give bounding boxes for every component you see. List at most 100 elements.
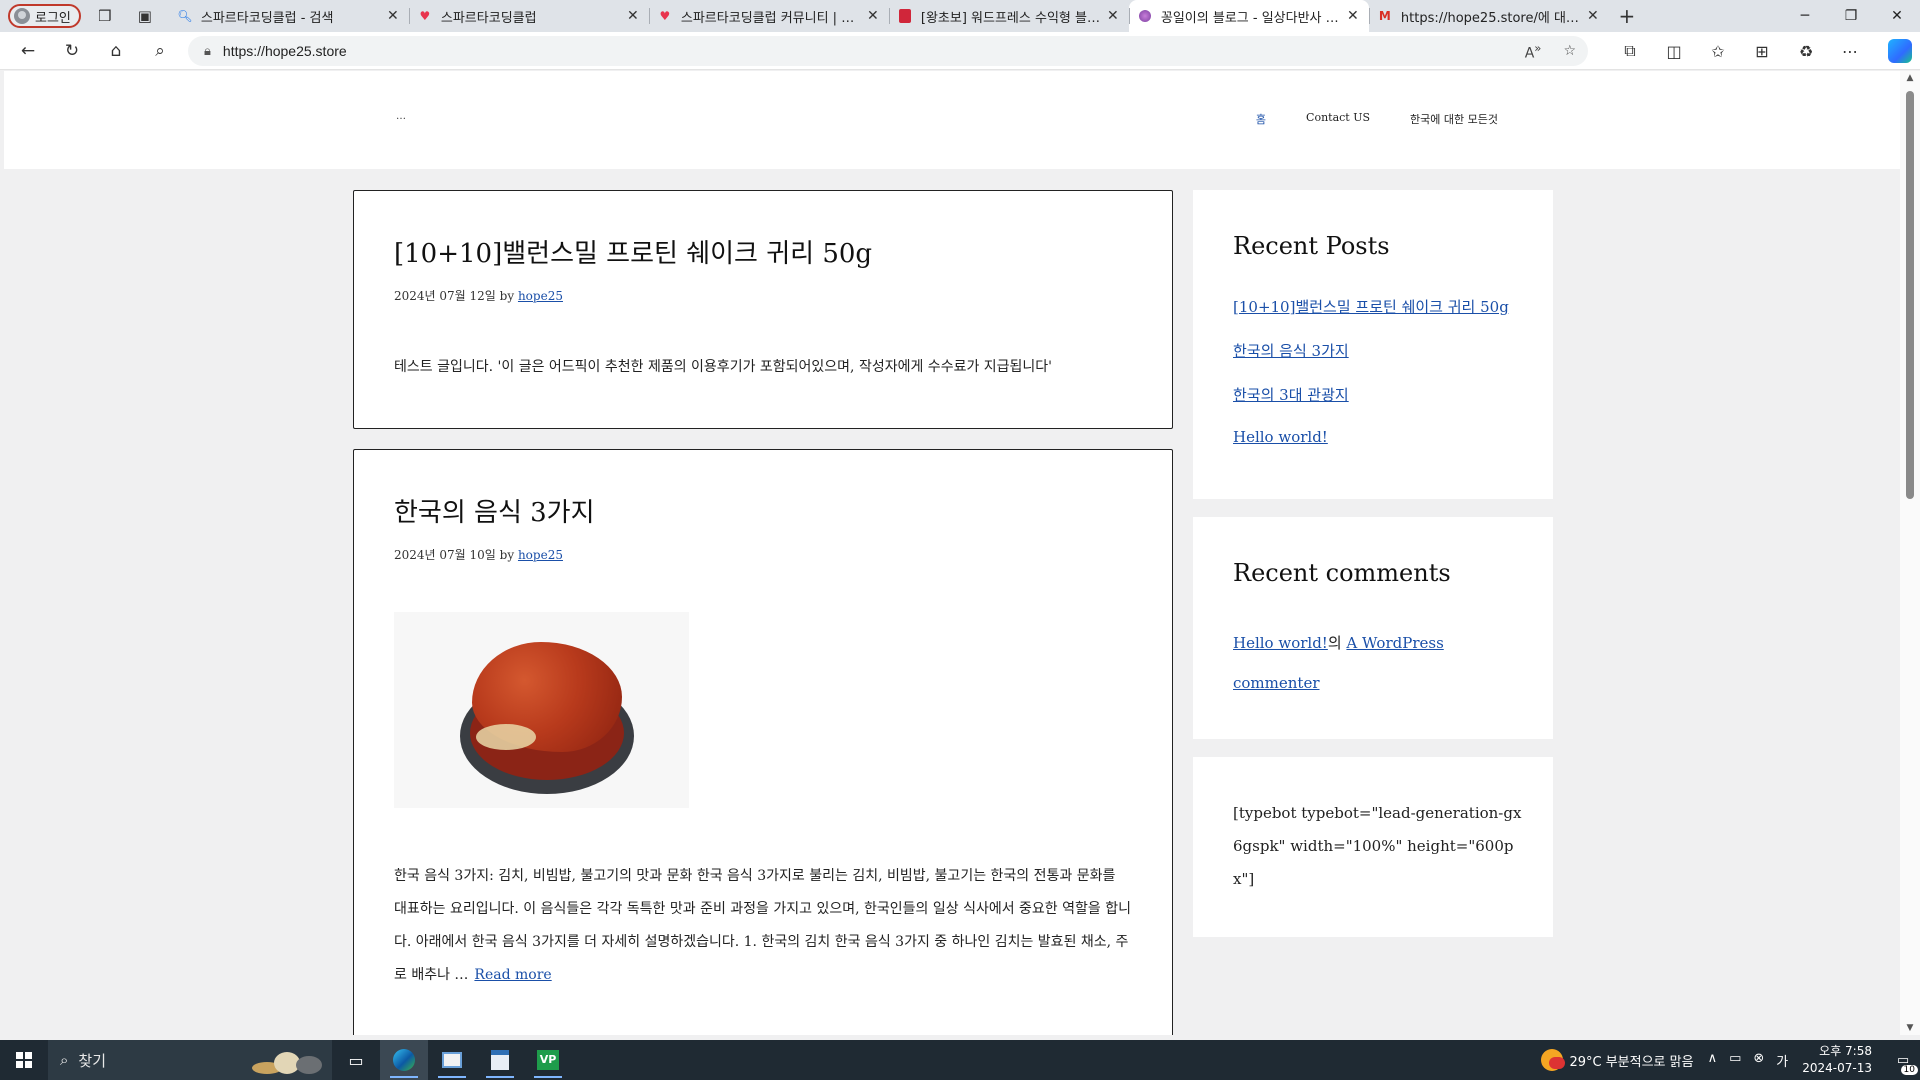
profile-button[interactable]: 로그인 bbox=[8, 4, 81, 28]
vp-app-icon[interactable]: VP bbox=[524, 1040, 572, 1080]
copilot-icon[interactable] bbox=[1888, 39, 1912, 63]
restore-button[interactable]: ❐ bbox=[1828, 0, 1874, 32]
image-viewer-app-icon[interactable] bbox=[428, 1040, 476, 1080]
list-item: Hello world! bbox=[1233, 428, 1509, 472]
ime-icon[interactable]: 가 bbox=[1776, 1051, 1788, 1070]
start-button[interactable] bbox=[0, 1040, 48, 1080]
close-icon[interactable]: ✕ bbox=[865, 8, 881, 24]
tab-title: https://hope25.store/에 대한 Google bbox=[1400, 10, 1585, 26]
edge-app-icon[interactable] bbox=[380, 1040, 428, 1080]
collections-icon[interactable]: ⊞ bbox=[1740, 42, 1784, 61]
workspaces-icon[interactable]: ❒ bbox=[89, 2, 121, 30]
post-author-link[interactable]: hope25 bbox=[518, 289, 563, 303]
clock-time: 오후 7:58 bbox=[1819, 1044, 1872, 1058]
post-card: 한국의 음식 3가지 2024년 07월 10일 by hope25 한국 음식… bbox=[353, 449, 1173, 1035]
list-item: 한국의 음식 3가지 bbox=[1233, 340, 1509, 384]
nav-korea[interactable]: 한국에 대한 모든것 bbox=[1410, 111, 1498, 127]
recent-post-link[interactable]: Hello world! bbox=[1233, 428, 1328, 446]
recent-comment-item: Hello world!의 A WordPress commenter bbox=[1233, 623, 1513, 703]
tab-google[interactable]: M https://hope25.store/에 대한 Google ✕ bbox=[1368, 0, 1609, 32]
tab-title: 꽁일이의 블로그 - 일상다반사 블로그 bbox=[1160, 10, 1345, 26]
post-date: 2024년 07월 10일 bbox=[394, 548, 496, 562]
chevron-up-icon[interactable]: ∧ bbox=[1708, 1051, 1718, 1070]
post-author-link[interactable]: hope25 bbox=[518, 548, 563, 562]
weather-text: 29°C 부분적으로 맑음 bbox=[1569, 1054, 1694, 1070]
minimize-button[interactable]: ─ bbox=[1782, 0, 1828, 32]
close-window-button[interactable]: ✕ bbox=[1874, 0, 1920, 32]
url-text[interactable]: https://hope25.store bbox=[223, 43, 347, 59]
recent-posts-widget: Recent Posts [10+10]밸런스밀 프로틴 쉐이크 귀리 50g … bbox=[1193, 190, 1553, 499]
performance-icon[interactable]: ♻ bbox=[1784, 42, 1828, 61]
search-icon: ⌕ bbox=[60, 1051, 69, 1069]
windows-taskbar: ⌕ 찾기 ▭ VP 29°C 부분적으로 맑음 ∧ ▭ ⊗ 가 오후 7:58 bbox=[0, 1040, 1920, 1080]
refresh-button[interactable]: ↻ bbox=[50, 35, 94, 67]
home-button[interactable]: ⌂ bbox=[94, 35, 138, 67]
close-icon[interactable]: ✕ bbox=[1345, 8, 1361, 24]
browser-tab-bar: 로그인 ❒ ▣ 🔍︎ 스파르타코딩클럽 - 검색 ✕ ♥ 스파르타코딩클럽 ✕ … bbox=[0, 0, 1920, 32]
post-by: by bbox=[499, 289, 515, 303]
post-meta: 2024년 07월 10일 by hope25 bbox=[394, 546, 563, 563]
taskbar-clock[interactable]: 오후 7:58 2024-07-13 bbox=[1802, 1043, 1872, 1077]
scroll-up-icon[interactable]: ▲ bbox=[1900, 73, 1920, 83]
close-icon[interactable]: ✕ bbox=[1585, 8, 1601, 24]
book-icon bbox=[897, 8, 913, 24]
read-more-link[interactable]: Read more bbox=[474, 967, 551, 983]
extensions-icon[interactable]: ⧉ bbox=[1608, 41, 1652, 61]
nav-home[interactable]: 홈 bbox=[1256, 111, 1266, 127]
favorite-star-icon[interactable]: ☆ bbox=[1563, 43, 1576, 59]
recent-post-link[interactable]: 한국의 3대 관광지 bbox=[1233, 386, 1349, 404]
tray-icons: ∧ ▭ ⊗ 가 bbox=[1708, 1051, 1789, 1070]
list-item: [10+10]밸런스밀 프로틴 쉐이크 귀리 50g bbox=[1233, 296, 1509, 340]
recent-comments-widget: Recent comments Hello world!의 A WordPres… bbox=[1193, 517, 1553, 739]
tab-wordpress-course[interactable]: [왕초보] 워드프레스 수익형 블로그 ✕ bbox=[888, 0, 1129, 32]
notification-center-button[interactable]: ▭ 10 bbox=[1886, 1040, 1920, 1080]
split-screen-icon[interactable]: ◫ bbox=[1652, 42, 1696, 61]
favorites-icon[interactable]: ✩ bbox=[1696, 42, 1740, 61]
close-icon[interactable]: ✕ bbox=[625, 8, 641, 24]
tab-sparta-community[interactable]: ♥ 스파르타코딩클럽 커뮤니티 | 스파 ✕ bbox=[648, 0, 889, 32]
tab-actions-icon[interactable]: ▣ bbox=[129, 2, 161, 30]
search-icon: 🔍︎ bbox=[177, 9, 193, 23]
nav-contact[interactable]: Contact US bbox=[1306, 111, 1370, 127]
tab-blog-active[interactable]: 꽁일이의 블로그 - 일상다반사 블로그 ✕ bbox=[1128, 0, 1369, 32]
new-tab-button[interactable]: + bbox=[1609, 0, 1645, 32]
lock-icon[interactable]: 🔒︎ bbox=[204, 44, 211, 59]
post-date: 2024년 07월 12일 bbox=[394, 289, 496, 303]
recent-post-link[interactable]: 한국의 음식 3가지 bbox=[1233, 342, 1349, 360]
tab-sparta[interactable]: ♥ 스파르타코딩클럽 ✕ bbox=[408, 0, 649, 32]
window-controls: ─ ❐ ✕ bbox=[1782, 0, 1920, 32]
tab-title: 스파르타코딩클럽 - 검색 bbox=[200, 10, 334, 26]
address-bar[interactable]: 🔒︎ https://hope25.store A» ☆ bbox=[188, 36, 1588, 66]
site-title[interactable]: … bbox=[396, 111, 406, 122]
close-icon[interactable]: ✕ bbox=[1105, 8, 1121, 24]
weather-icon bbox=[1541, 1049, 1566, 1071]
search-icon[interactable]: ⌕ bbox=[138, 35, 182, 67]
taskbar-search[interactable]: ⌕ 찾기 bbox=[48, 1040, 332, 1080]
scroll-down-icon[interactable]: ▼ bbox=[1900, 1023, 1920, 1033]
read-aloud-icon[interactable]: A» bbox=[1525, 41, 1542, 62]
network-icon[interactable]: ▭ bbox=[1729, 1051, 1741, 1070]
task-view-icon[interactable]: ▭ bbox=[332, 1040, 380, 1080]
post-excerpt-text: 한국 음식 3가지: 김치, 비빔밥, 불고기의 맛과 문화 한국 음식 3가지… bbox=[394, 868, 1131, 983]
shortcode-widget: [typebot typebot="lead-generation-gx6gsp… bbox=[1193, 757, 1553, 937]
post-title[interactable]: 한국의 음식 3가지 bbox=[394, 492, 595, 529]
back-button[interactable]: ← bbox=[6, 35, 50, 67]
tab-strip: 🔍︎ 스파르타코딩클럽 - 검색 ✕ ♥ 스파르타코딩클럽 ✕ ♥ 스파르타코딩… bbox=[169, 0, 1609, 32]
windows-logo-icon bbox=[16, 1052, 32, 1068]
tab-title: 스파르타코딩클럽 bbox=[440, 10, 537, 26]
volume-muted-icon[interactable]: ⊗ bbox=[1753, 1051, 1764, 1070]
post-by: by bbox=[499, 548, 515, 562]
site-header: … 홈 Contact US 한국에 대한 모든것 bbox=[4, 71, 1900, 169]
recent-post-link[interactable]: [10+10]밸런스밀 프로틴 쉐이크 귀리 50g bbox=[1233, 298, 1509, 316]
comment-post-link[interactable]: Hello world! bbox=[1233, 634, 1328, 652]
file-app-icon[interactable] bbox=[476, 1040, 524, 1080]
post-meta: 2024년 07월 12일 by hope25 bbox=[394, 287, 563, 304]
close-icon[interactable]: ✕ bbox=[385, 8, 401, 24]
page-scrollbar[interactable]: ▲ ▼ bbox=[1900, 71, 1920, 1035]
weather-widget[interactable]: 29°C 부분적으로 맑음 bbox=[1541, 1049, 1694, 1071]
more-menu-icon[interactable]: ⋯ bbox=[1828, 42, 1872, 61]
post-thumbnail-kimchi[interactable] bbox=[394, 612, 689, 808]
tab-search[interactable]: 🔍︎ 스파르타코딩클럽 - 검색 ✕ bbox=[169, 0, 409, 32]
post-title[interactable]: [10+10]밸런스밀 프로틴 쉐이크 귀리 50g bbox=[394, 233, 872, 270]
scrollbar-thumb[interactable] bbox=[1906, 91, 1914, 499]
